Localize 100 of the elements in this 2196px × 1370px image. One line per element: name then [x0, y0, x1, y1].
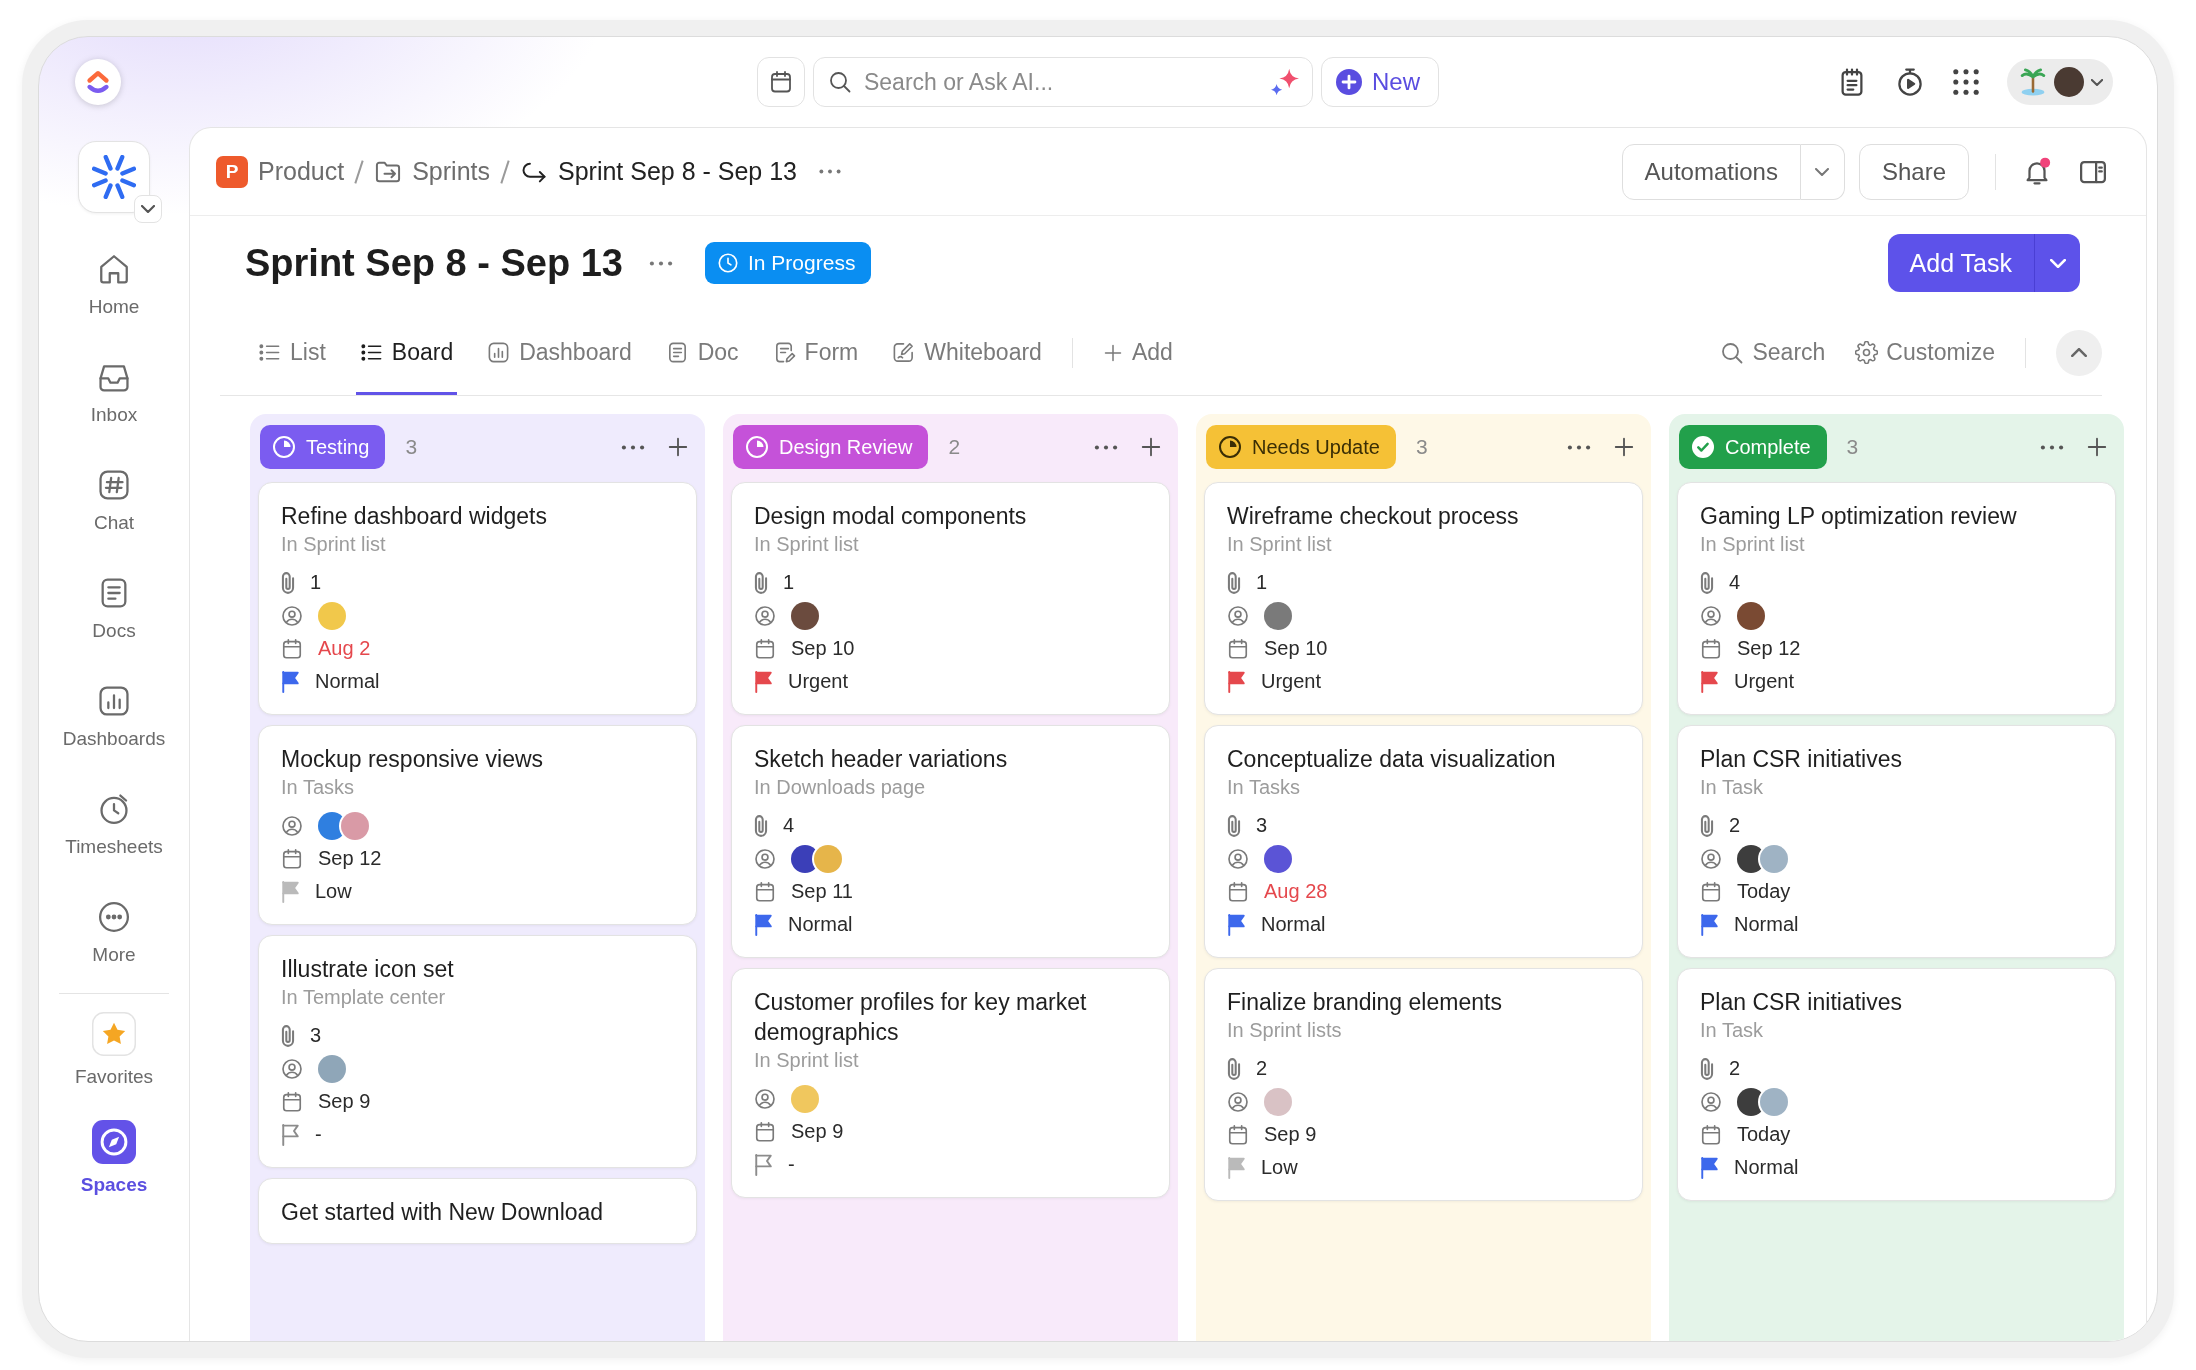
sidebar-item[interactable]: Home [46, 231, 182, 339]
plus-icon[interactable] [2086, 436, 2108, 458]
task-card[interactable]: Plan CSR initiatives In Task 2 Today Normal [1677, 968, 2116, 1201]
search-button[interactable]: Search [1720, 339, 1826, 366]
breadcrumb-link[interactable]: Sprint Sep 8 - Sep 13 [520, 157, 798, 186]
breadcrumb-link[interactable]: Sprints [374, 157, 490, 186]
profile-menu-button[interactable] [2007, 59, 2113, 105]
task-location: In Sprint list [754, 1048, 860, 1073]
sidebar-item[interactable]: Dashboards [46, 663, 182, 771]
status-pill[interactable]: Complete [1679, 425, 1827, 469]
task-card[interactable]: Refine dashboard widgets In Sprint list 1 Aug 2 Normal [258, 482, 697, 715]
stopwatch-icon[interactable] [1895, 67, 1925, 97]
view-tab[interactable]: Board [355, 310, 458, 395]
sidebar-item[interactable]: Docs [46, 555, 182, 663]
sidebar-item[interactable]: More [46, 879, 182, 987]
task-card[interactable]: Conceptualize data visualization In Tasks 3 Aug 28 Normal [1204, 725, 1643, 958]
priority-label: Low [1261, 1156, 1298, 1179]
share-button[interactable]: Share [1858, 143, 1969, 200]
attachment-count: 1 [783, 571, 795, 594]
space-initial: P [216, 155, 248, 188]
calendar-icon [754, 1120, 776, 1143]
clock-icon [717, 252, 739, 274]
status-pill[interactable]: Design Review [733, 425, 929, 469]
task-card[interactable]: Mockup responsive views In Tasks Sep 12 Low [258, 725, 697, 925]
priority-label: - [788, 1153, 795, 1176]
task-count: 3 [1415, 435, 1428, 459]
view-tab[interactable]: Form [768, 310, 863, 395]
app-grid-icon[interactable] [1953, 69, 1979, 95]
task-card[interactable]: Wireframe checkout process In Sprint list 1 Sep 10 Urgent [1204, 482, 1643, 715]
add-task-menu-button[interactable] [2034, 234, 2080, 292]
view-tab[interactable]: Doc [661, 310, 743, 395]
priority-label: Low [315, 880, 352, 903]
task-card[interactable]: Get started with New Download [258, 1178, 697, 1244]
calendar-button[interactable] [757, 57, 805, 107]
due-date: Aug 2 [318, 637, 371, 660]
person-circle-icon [1700, 847, 1722, 870]
view-tab[interactable]: Whiteboard [888, 310, 1046, 395]
add-view-button[interactable]: Add [1098, 310, 1177, 395]
plus-icon [1102, 342, 1123, 363]
compass-icon [92, 1120, 136, 1164]
paperclip-icon [1700, 814, 1714, 837]
due-date: Aug 28 [1264, 880, 1328, 903]
status-pill[interactable]: In Progress [705, 242, 872, 284]
sidebar-item[interactable]: Favorites [46, 996, 182, 1104]
breadcrumb-link[interactable]: P Product [216, 155, 345, 188]
workspace-button[interactable] [78, 141, 150, 213]
task-card[interactable]: Gaming LP optimization review In Sprint list 4 Sep 12 Urgent [1677, 482, 2116, 715]
paperclip-icon [1227, 814, 1241, 837]
automations-button[interactable]: Automations [1621, 143, 1801, 200]
sidebar-item[interactable]: Timesheets [46, 771, 182, 879]
task-title: Conceptualize data visualization [1227, 745, 1557, 774]
task-card[interactable]: Illustrate icon set In Template center 3 Sep 9 - [258, 935, 697, 1168]
due-date: Today [1737, 1123, 1791, 1146]
sparkle-icon[interactable] [1271, 68, 1299, 96]
customize-button[interactable]: Customize [1855, 339, 1995, 366]
task-location: In Sprint list [754, 532, 860, 557]
more-icon[interactable] [621, 444, 645, 450]
more-icon[interactable] [649, 260, 673, 266]
priority-label: Urgent [1261, 670, 1322, 693]
due-date: Sep 11 [791, 880, 853, 903]
workspace-menu-button[interactable] [134, 195, 162, 223]
caret-icon [1815, 167, 1830, 176]
gear-icon [1855, 341, 1879, 364]
add-task-button[interactable]: Add Task [1887, 234, 2034, 292]
palm-tree-icon [2019, 68, 2047, 96]
more-icon[interactable] [2040, 444, 2064, 450]
status-pill[interactable]: Testing [260, 425, 386, 469]
search-icon [828, 70, 852, 94]
plus-circle-icon [1336, 69, 1362, 95]
calendar-icon [281, 847, 303, 870]
view-tab[interactable]: List [254, 310, 330, 395]
logo-icon[interactable] [75, 59, 121, 105]
view-tab[interactable]: Dashboard [483, 310, 636, 395]
task-location: In Sprint list [1700, 532, 1806, 557]
search-field[interactable]: Search or Ask AI... [813, 57, 1313, 107]
home-icon [97, 252, 131, 286]
task-card[interactable]: Customer profiles for key market demographics In Sprint list Sep 9 - [731, 968, 1170, 1198]
plus-icon[interactable] [667, 436, 689, 458]
plus-icon[interactable] [1140, 436, 1162, 458]
more-icon[interactable] [819, 169, 842, 174]
caret-icon [2091, 78, 2103, 86]
more-icon[interactable] [1094, 444, 1118, 450]
task-card[interactable]: Plan CSR initiatives In Task 2 Today Normal [1677, 725, 2116, 958]
new-button[interactable]: New [1321, 57, 1439, 107]
more-icon [97, 900, 131, 934]
sidebar-item[interactable]: Chat [46, 447, 182, 555]
plus-icon[interactable] [1613, 436, 1635, 458]
task-card[interactable]: Finalize branding elements In Sprint lists 2 Sep 9 Low [1204, 968, 1643, 1201]
task-card[interactable]: Design modal components In Sprint list 1 Sep 10 Urgent [731, 482, 1170, 715]
status-pill[interactable]: Needs Update [1206, 425, 1396, 469]
person-circle-icon [754, 847, 776, 870]
task-location: In Task [1700, 1018, 1764, 1043]
sidebar-item[interactable]: Inbox [46, 339, 182, 447]
task-title: Customer profiles for key market demographics [754, 988, 1088, 1047]
task-card[interactable]: Sketch header variations In Downloads page 4 Sep 11 Normal [731, 725, 1170, 958]
sidebar-item[interactable]: Spaces [46, 1104, 182, 1212]
task-title: Gaming LP optimization review [1700, 502, 2018, 531]
priority-label: Normal [315, 670, 380, 693]
collapse-button[interactable] [2056, 329, 2102, 376]
more-icon[interactable] [1567, 444, 1591, 450]
